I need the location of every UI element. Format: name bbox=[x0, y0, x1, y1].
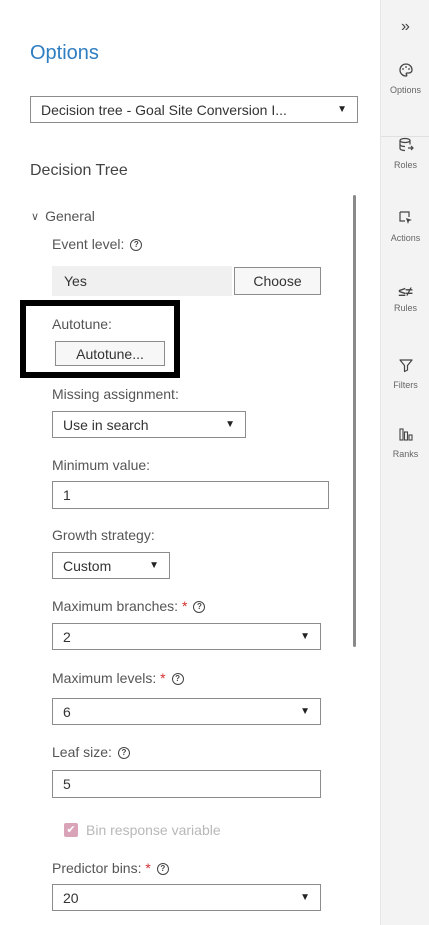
help-icon[interactable]: ? bbox=[130, 239, 143, 252]
help-icon[interactable]: ? bbox=[193, 601, 206, 614]
minimum-value-input[interactable]: 1 bbox=[52, 481, 329, 509]
database-icon bbox=[381, 137, 429, 158]
growth-strategy-select[interactable]: Custom ▼ bbox=[52, 552, 170, 579]
rail-item-label: Filters bbox=[393, 380, 418, 390]
max-branches-text: Maximum branches: bbox=[52, 598, 179, 614]
general-group-label: General bbox=[45, 208, 95, 224]
rail-item-label: Actions bbox=[390, 233, 421, 243]
scrollbar[interactable] bbox=[353, 195, 356, 647]
max-levels-text: Maximum levels: bbox=[52, 670, 157, 686]
event-level-text: Event level: bbox=[52, 236, 125, 252]
model-select-value: Decision tree - Goal Site Conversion I..… bbox=[41, 101, 287, 118]
rules-icon: ≤≠ bbox=[398, 284, 413, 299]
section-title: Decision Tree bbox=[30, 162, 128, 179]
leaf-size-input[interactable]: 5 bbox=[52, 770, 321, 798]
chevron-down-icon: ∨ bbox=[31, 210, 40, 223]
ranks-icon bbox=[381, 426, 429, 447]
required-marker: * bbox=[181, 598, 188, 614]
growth-strategy-value: Custom bbox=[63, 557, 112, 574]
rail-item-roles[interactable]: Roles bbox=[381, 136, 429, 170]
rail-item-label: Roles bbox=[393, 160, 417, 170]
choose-button[interactable]: Choose bbox=[234, 267, 321, 295]
chevron-down-icon: ▼ bbox=[300, 706, 310, 717]
help-icon[interactable]: ? bbox=[117, 747, 130, 760]
event-level-label: Event level:? bbox=[52, 236, 143, 252]
required-marker: * bbox=[160, 670, 166, 686]
model-select[interactable]: Decision tree - Goal Site Conversion I..… bbox=[30, 96, 358, 123]
help-icon[interactable]: ? bbox=[156, 863, 169, 876]
panel-title: Options bbox=[30, 42, 99, 64]
leaf-size-label: Leaf size:? bbox=[52, 744, 130, 760]
missing-assignment-label: Missing assignment: bbox=[52, 386, 179, 402]
bin-response-checkbox[interactable]: ✔ Bin response variable bbox=[64, 822, 221, 838]
chevron-down-icon: ▼ bbox=[300, 892, 310, 903]
rail-item-label: Options bbox=[389, 85, 422, 95]
max-levels-value: 6 bbox=[63, 703, 71, 720]
chevron-down-icon: ▼ bbox=[149, 560, 159, 571]
max-levels-select[interactable]: 6 ▼ bbox=[52, 698, 321, 725]
options-panel: Options Decision tree - Goal Site Conver… bbox=[0, 0, 380, 925]
required-marker: * bbox=[145, 860, 151, 876]
rail-item-label: Ranks bbox=[392, 449, 419, 459]
checkbox-checked-icon: ✔ bbox=[64, 823, 78, 837]
max-branches-label: Maximum branches: *? bbox=[52, 598, 206, 614]
rail-item-ranks[interactable]: Ranks bbox=[381, 426, 429, 459]
predictor-bins-label: Predictor bins: *? bbox=[52, 860, 169, 876]
event-level-value: Yes bbox=[52, 266, 232, 296]
leaf-size-text: Leaf size: bbox=[52, 744, 112, 760]
rail-item-filters[interactable]: Filters bbox=[381, 357, 429, 390]
missing-assignment-select[interactable]: Use in search ▼ bbox=[52, 411, 246, 438]
max-branches-value: 2 bbox=[63, 628, 71, 645]
predictor-bins-text: Predictor bins: bbox=[52, 860, 142, 876]
growth-strategy-label: Growth strategy: bbox=[52, 527, 155, 543]
rail-item-label: Rules bbox=[393, 303, 417, 313]
cursor-icon bbox=[381, 210, 429, 231]
rail-item-rules[interactable]: ≤≠ Rules bbox=[381, 283, 429, 313]
missing-assignment-value: Use in search bbox=[63, 416, 149, 433]
rail-item-options[interactable]: Options bbox=[381, 62, 429, 95]
rail-item-actions[interactable]: Actions bbox=[381, 210, 429, 243]
palette-icon bbox=[381, 62, 429, 83]
predictor-bins-select[interactable]: 20 ▼ bbox=[52, 884, 321, 911]
autotune-label: Autotune: bbox=[52, 316, 112, 332]
right-rail: » Options Roles Actions ≤≠ Rules Filters… bbox=[380, 0, 429, 925]
chevron-down-icon: ▼ bbox=[300, 631, 310, 642]
predictor-bins-value: 20 bbox=[63, 889, 79, 906]
max-branches-select[interactable]: 2 ▼ bbox=[52, 623, 321, 650]
max-levels-label: Maximum levels: *? bbox=[52, 670, 184, 686]
chevron-down-icon: ▼ bbox=[337, 104, 347, 115]
autotune-button[interactable]: Autotune... bbox=[55, 341, 165, 366]
minimum-value-label: Minimum value: bbox=[52, 457, 151, 473]
bin-response-label: Bin response variable bbox=[86, 822, 221, 838]
highlight-box bbox=[20, 300, 180, 378]
filter-icon bbox=[381, 357, 429, 378]
collapse-button[interactable]: » bbox=[381, 18, 429, 36]
chevron-down-icon: ▼ bbox=[225, 419, 235, 430]
help-icon[interactable]: ? bbox=[171, 673, 184, 686]
general-group-toggle[interactable]: ∨ General bbox=[31, 208, 95, 224]
